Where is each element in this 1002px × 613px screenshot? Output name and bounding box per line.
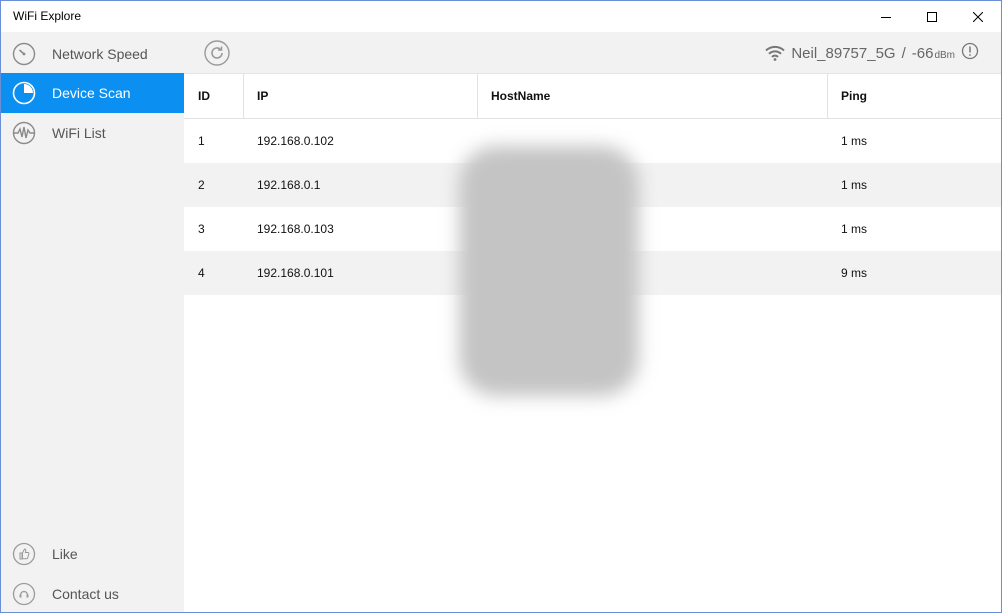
sidebar-item-wifi-list[interactable]: WiFi List xyxy=(1,113,184,153)
sidebar-item-network-speed[interactable]: Network Speed xyxy=(1,34,184,74)
speedometer-icon xyxy=(12,42,36,66)
sidebar: Network Speed Device Scan WiFi List Like… xyxy=(1,32,184,612)
waveform-icon xyxy=(12,121,36,145)
pie-chart-icon xyxy=(12,81,36,105)
signal-strength: -66 xyxy=(911,44,934,62)
main-panel: Neil_89757_5G / -66 dBm ID IP HostName P… xyxy=(184,32,1001,612)
contact-icon xyxy=(12,582,36,606)
table-header: ID IP HostName Ping xyxy=(184,74,1001,119)
device-table: ID IP HostName Ping 1 192.168.0.102 1 ms… xyxy=(184,74,1001,396)
close-icon xyxy=(973,11,983,22)
ssid-label: Neil_89757_5G xyxy=(791,44,896,62)
maximize-button[interactable] xyxy=(909,1,955,32)
cell-id: 4 xyxy=(198,266,205,280)
sidebar-item-label: Contact us xyxy=(52,586,119,602)
sidebar-item-contact-us[interactable]: Contact us xyxy=(1,574,184,612)
wifi-icon xyxy=(765,45,786,61)
sidebar-item-label: Device Scan xyxy=(52,85,131,101)
info-button[interactable] xyxy=(961,42,979,64)
separator: / xyxy=(901,44,906,62)
cell-ip: 192.168.0.102 xyxy=(257,134,334,148)
close-button[interactable] xyxy=(955,1,1001,32)
refresh-button[interactable] xyxy=(204,40,230,66)
cell-ping: 9 ms xyxy=(841,266,868,280)
cell-ping: 1 ms xyxy=(841,134,868,148)
cell-ping: 1 ms xyxy=(841,222,868,236)
sidebar-item-like[interactable]: Like xyxy=(1,534,184,574)
toolbar: Neil_89757_5G / -66 dBm xyxy=(184,32,1001,74)
cell-id: 2 xyxy=(198,178,205,192)
cell-ip: 192.168.0.103 xyxy=(257,222,334,236)
window-controls xyxy=(863,1,1001,32)
sidebar-item-device-scan[interactable]: Device Scan xyxy=(1,73,184,113)
column-header-id[interactable]: ID xyxy=(198,74,210,118)
app-window: WiFi Explore Network Speed Device Scan W… xyxy=(0,0,1002,613)
sidebar-item-label: WiFi List xyxy=(52,125,106,141)
cell-id: 3 xyxy=(198,222,205,236)
column-header-hostname[interactable]: HostName xyxy=(491,74,550,118)
column-divider[interactable] xyxy=(243,74,244,118)
cell-id: 1 xyxy=(198,134,205,148)
wifi-status: Neil_89757_5G / -66 dBm xyxy=(765,42,979,64)
cell-ping: 1 ms xyxy=(841,178,868,192)
cell-ip: 192.168.0.1 xyxy=(257,178,321,192)
maximize-icon xyxy=(927,11,937,22)
window-title: WiFi Explore xyxy=(13,9,82,23)
redaction-blur xyxy=(459,146,639,396)
column-divider[interactable] xyxy=(827,74,828,118)
thumbs-up-icon xyxy=(12,542,36,566)
refresh-icon xyxy=(204,40,230,66)
cell-ip: 192.168.0.101 xyxy=(257,266,334,280)
column-divider[interactable] xyxy=(477,74,478,118)
sidebar-item-label: Like xyxy=(52,546,78,562)
signal-unit: dBm xyxy=(934,49,955,61)
sidebar-item-label: Network Speed xyxy=(52,46,148,62)
minimize-icon xyxy=(881,16,891,18)
column-header-ping[interactable]: Ping xyxy=(841,74,867,118)
column-header-ip[interactable]: IP xyxy=(257,74,268,118)
title-bar: WiFi Explore xyxy=(1,1,1001,32)
minimize-button[interactable] xyxy=(863,1,909,32)
info-icon xyxy=(961,42,979,60)
